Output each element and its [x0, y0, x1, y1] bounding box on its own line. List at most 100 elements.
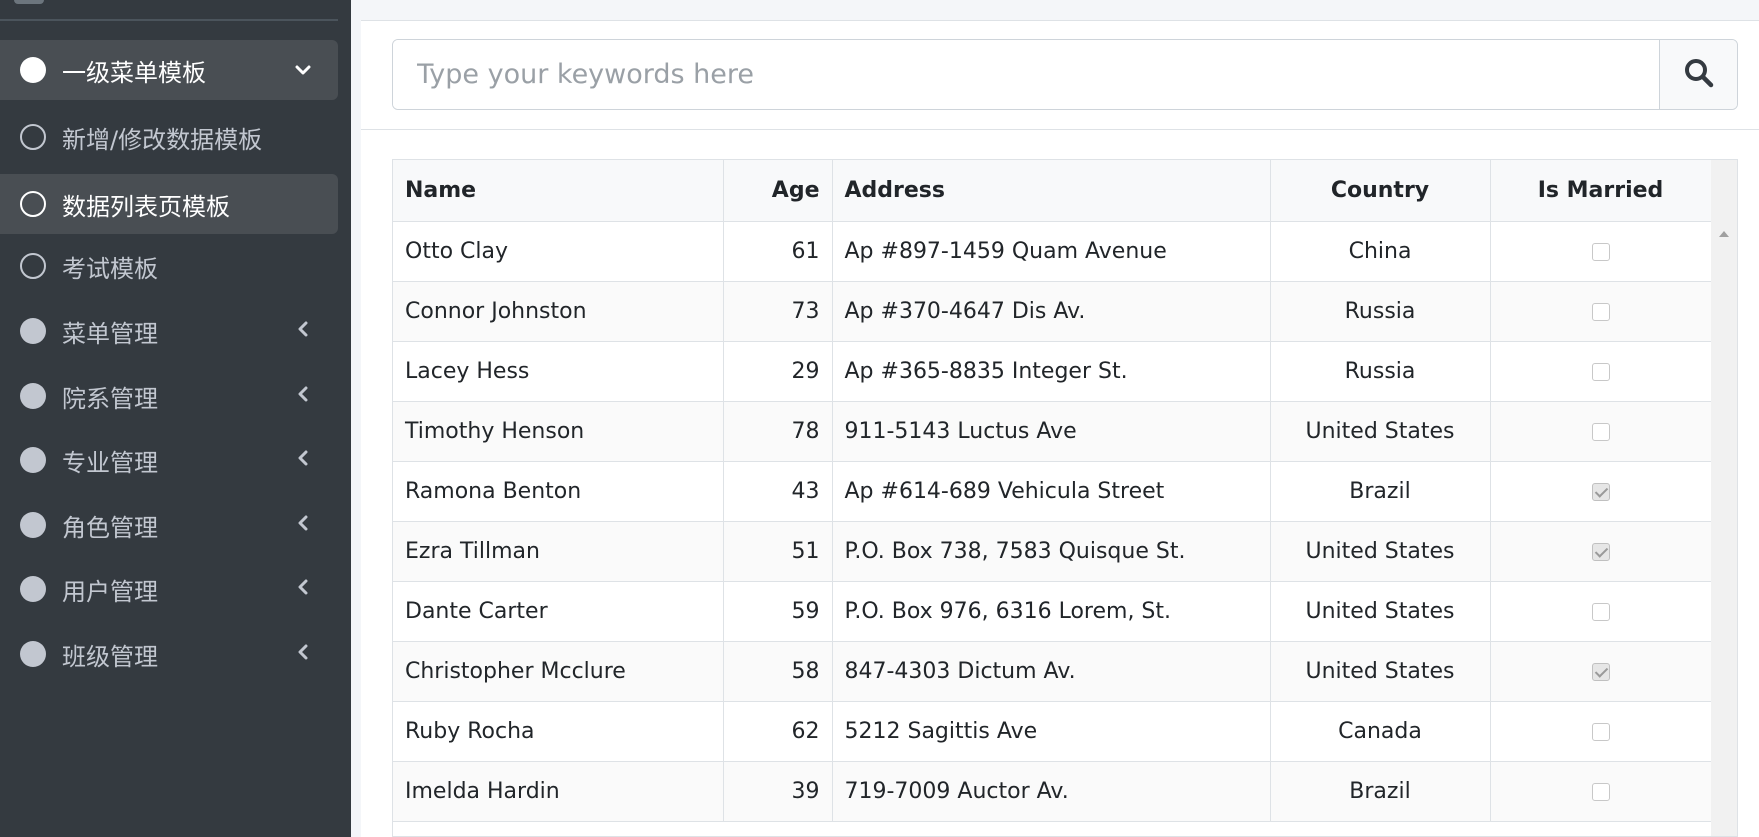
cell-name: Imelda Hardin	[393, 761, 724, 822]
sidebar-item-user-management[interactable]: 用户管理	[0, 559, 338, 619]
sidebar-item-label: 数据列表页模板	[62, 192, 230, 221]
chevron-left-icon	[288, 644, 318, 665]
cell-address: 847-4303 Dictum Av.	[832, 641, 1271, 702]
cell-address: Ap #370-4647 Dis Av.	[832, 281, 1271, 342]
cell-age: 51	[723, 521, 833, 582]
sidebar-item-label: 考试模板	[62, 254, 158, 283]
sidebar-top-stub	[14, 0, 44, 4]
cell-is-married	[1490, 701, 1712, 762]
married-checkbox	[1591, 542, 1610, 561]
cell-country: Russia	[1270, 341, 1491, 402]
sidebar-item-menu-management[interactable]: 菜单管理	[0, 301, 338, 361]
cell-address: P.O. Box 738, 7583 Quisque St.	[832, 521, 1271, 582]
circle-filled-icon	[20, 447, 46, 473]
sidebar-item-role-management[interactable]: 角色管理	[0, 495, 338, 555]
married-checkbox	[1591, 362, 1610, 381]
main-content: Name Age Address Country Is Married Otto…	[361, 0, 1759, 837]
table-scrollbar[interactable]	[1711, 160, 1737, 836]
cell-is-married	[1490, 521, 1712, 582]
table-row[interactable]: Lacey Hess 29 Ap #365-8835 Integer St. R…	[393, 341, 1712, 402]
chevron-left-icon	[288, 321, 318, 342]
table-row[interactable]: Christopher Mcclure 58 847-4303 Dictum A…	[393, 641, 1712, 702]
cell-country: United States	[1270, 521, 1491, 582]
table-row[interactable]: Timothy Henson 78 911-5143 Luctus Ave Un…	[393, 401, 1712, 462]
circle-outline-icon	[20, 191, 46, 217]
cell-country: Russia	[1270, 281, 1491, 342]
sidebar-item-label: 班级管理	[62, 642, 158, 671]
cell-name: Dante Carter	[393, 581, 724, 642]
cell-name: Lacey Hess	[393, 341, 724, 402]
cell-name: Timothy Henson	[393, 401, 724, 462]
sidebar-item-major-management[interactable]: 专业管理	[0, 430, 338, 490]
cell-name: Ruby Rocha	[393, 701, 724, 762]
column-header-name[interactable]: Name	[393, 160, 724, 222]
cell-is-married	[1490, 581, 1712, 642]
table-row[interactable]: Otto Clay 61 Ap #897-1459 Quam Avenue Ch…	[393, 221, 1712, 282]
circle-filled-icon	[20, 641, 46, 667]
chevron-left-icon	[288, 579, 318, 600]
sidebar-item-label: 专业管理	[62, 448, 158, 477]
circle-filled-icon	[20, 383, 46, 409]
column-header-age[interactable]: Age	[723, 160, 833, 222]
table-row[interactable]: Ezra Tillman 51 P.O. Box 738, 7583 Quisq…	[393, 521, 1712, 582]
sidebar-item-label: 新增/修改数据模板	[62, 125, 263, 154]
data-table-container: Name Age Address Country Is Married Otto…	[392, 159, 1738, 837]
circle-outline-icon	[20, 124, 46, 150]
search-bar	[392, 39, 1738, 110]
circle-filled-icon	[20, 512, 46, 538]
sidebar-item-class-management[interactable]: 班级管理	[0, 624, 338, 684]
table-row[interactable]: Imelda Hardin 39 719-7009 Auctor Av. Bra…	[393, 761, 1712, 822]
sidebar-item-label: 用户管理	[62, 577, 158, 606]
cell-address: 911-5143 Luctus Ave	[832, 401, 1271, 462]
cell-age: 78	[723, 401, 833, 462]
married-checkbox	[1591, 722, 1610, 741]
search-input[interactable]	[393, 40, 1659, 109]
cell-address: Ap #365-8835 Integer St.	[832, 341, 1271, 402]
sidebar-item-label: 院系管理	[62, 384, 158, 413]
cell-is-married	[1490, 281, 1712, 342]
cell-country: United States	[1270, 401, 1491, 462]
cell-is-married	[1490, 761, 1712, 822]
cell-age: 61	[723, 221, 833, 282]
chevron-left-icon	[288, 515, 318, 536]
table-row[interactable]: Ruby Rocha 62 5212 Sagittis Ave Canada	[393, 701, 1712, 762]
sidebar-divider	[0, 19, 338, 21]
scroll-up-arrow-icon[interactable]	[1719, 231, 1729, 237]
cell-is-married	[1490, 341, 1712, 402]
cell-country: United States	[1270, 581, 1491, 642]
table-row[interactable]: Connor Johnston 73 Ap #370-4647 Dis Av. …	[393, 281, 1712, 342]
column-header-address[interactable]: Address	[832, 160, 1271, 222]
table-row[interactable]: Ramona Benton 43 Ap #614-689 Vehicula St…	[393, 461, 1712, 522]
cell-age: 62	[723, 701, 833, 762]
cell-country: Brazil	[1270, 461, 1491, 522]
sidebar-item-exam-template[interactable]: 考试模板	[0, 236, 338, 296]
cell-address: 719-7009 Auctor Av.	[832, 761, 1271, 822]
sidebar-item-department-management[interactable]: 院系管理	[0, 366, 338, 426]
cell-age: 43	[723, 461, 833, 522]
cell-name: Christopher Mcclure	[393, 641, 724, 702]
chevron-down-icon	[288, 60, 318, 81]
married-checkbox	[1591, 602, 1610, 621]
chevron-left-icon	[288, 386, 318, 407]
cell-country: United States	[1270, 641, 1491, 702]
search-button[interactable]	[1659, 40, 1737, 109]
cell-age: 58	[723, 641, 833, 702]
married-checkbox	[1591, 302, 1610, 321]
cell-country: Brazil	[1270, 761, 1491, 822]
circle-outline-icon	[20, 253, 46, 279]
sidebar-item-data-list-template[interactable]: 数据列表页模板	[0, 174, 338, 234]
column-header-is-married[interactable]: Is Married	[1490, 160, 1712, 222]
sidebar-item-template-menu[interactable]: 一级菜单模板	[0, 40, 338, 100]
sidebar-item-label: 角色管理	[62, 513, 158, 542]
cell-age: 39	[723, 761, 833, 822]
cell-country: Canada	[1270, 701, 1491, 762]
sidebar-item-add-edit-template[interactable]: 新增/修改数据模板	[0, 107, 338, 167]
cell-country: China	[1270, 221, 1491, 282]
cell-is-married	[1490, 641, 1712, 702]
cell-is-married	[1490, 401, 1712, 462]
table-row[interactable]: Dante Carter 59 P.O. Box 976, 6316 Lorem…	[393, 581, 1712, 642]
chevron-left-icon	[288, 450, 318, 471]
column-header-country[interactable]: Country	[1270, 160, 1491, 222]
data-table: Name Age Address Country Is Married Otto…	[393, 160, 1712, 822]
cell-name: Connor Johnston	[393, 281, 724, 342]
